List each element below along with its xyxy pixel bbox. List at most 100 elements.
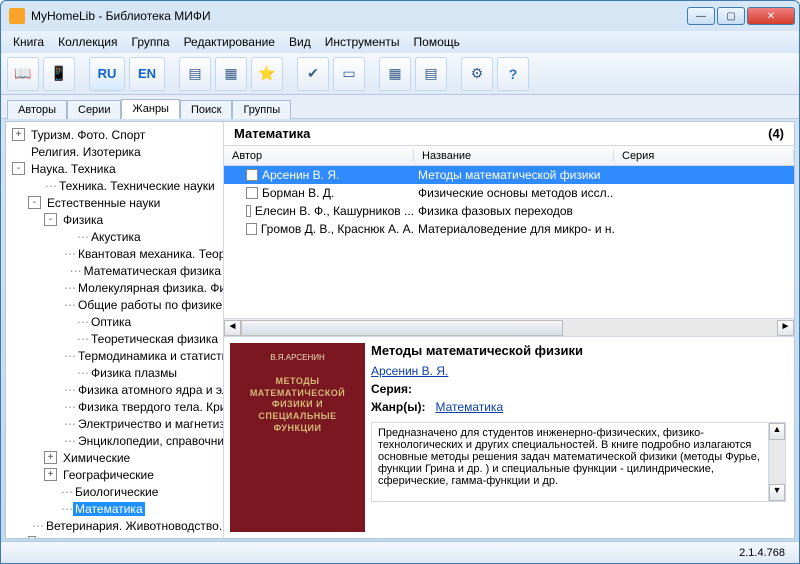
tree-label: Физика твердого тела. Крис — [76, 400, 224, 414]
menu-view[interactable]: Вид — [283, 33, 317, 51]
table-row[interactable]: Борман В. Д.Физические основы методов ис… — [224, 184, 794, 202]
book-cover: В.Я.АРСЕНИН МЕТОДЫ МАТЕМАТИЧЕСКОЙ ФИЗИКИ… — [230, 343, 365, 532]
maximize-button[interactable]: ▢ — [717, 7, 745, 25]
tree-node[interactable]: ⋯Биологические — [8, 483, 223, 500]
tab-авторы[interactable]: Авторы — [7, 100, 67, 119]
collapse-icon[interactable]: - — [12, 162, 25, 175]
tree-node[interactable]: ⋯Ветеринария. Животноводство. Се — [8, 517, 223, 534]
col-series[interactable]: Серия — [614, 150, 794, 162]
grid-header[interactable]: Автор Название Серия — [224, 146, 794, 166]
desc-scroll-track[interactable] — [769, 440, 785, 484]
table-row[interactable]: Арсенин В. Я.Методы математической физик… — [224, 166, 794, 184]
tree-node[interactable]: ⋯Квантовая механика. Теори — [8, 245, 223, 262]
favorite-button[interactable]: ⭐ — [251, 57, 283, 91]
row-checkbox[interactable] — [246, 205, 251, 217]
col-author[interactable]: Автор — [224, 150, 414, 162]
check-button[interactable]: ✔ — [297, 57, 329, 91]
tree-node[interactable]: ⋯Техника. Технические науки — [8, 177, 223, 194]
tree-node[interactable]: ⋯Энциклопедии, справочник — [8, 432, 223, 449]
grid1-button[interactable]: ▦ — [379, 57, 411, 91]
client-area: +Туризм. Фото. СпортРелигия. Изотерика-Н… — [5, 121, 795, 539]
tree-spacer — [28, 179, 41, 192]
tree-label: Биологические — [73, 485, 160, 499]
row-checkbox[interactable] — [246, 223, 257, 235]
tree-node[interactable]: ⋯Физика атомного ядра и эле — [8, 381, 223, 398]
genre-link[interactable]: Математика — [436, 400, 504, 414]
tree-node[interactable]: +Химические — [8, 449, 223, 466]
lang-en-button[interactable]: EN — [129, 57, 165, 91]
grid2-button[interactable]: ▤ — [415, 57, 447, 91]
tree-label: Физика атомного ядра и эле — [76, 383, 224, 397]
tree-node[interactable]: ⋯Математическая физика — [8, 262, 223, 279]
tree-node[interactable]: ⋯Термодинамика и статистич — [8, 347, 223, 364]
scroll-thumb[interactable] — [241, 320, 563, 336]
device-button[interactable]: 📱 — [43, 57, 75, 91]
tree-node[interactable]: ⋯Теоретическая физика — [8, 330, 223, 347]
tree-spacer — [44, 485, 57, 498]
tree-node[interactable]: ⋯Общие работы по физике — [8, 296, 223, 313]
collapse-icon[interactable]: - — [44, 213, 57, 226]
cell-title: Материаловедение для микро- и н... — [414, 222, 614, 236]
scroll-right-icon[interactable]: ► — [777, 320, 794, 336]
tree-node[interactable]: -Естественные науки — [8, 194, 223, 211]
lang-ru-button[interactable]: RU — [89, 57, 125, 91]
table-row[interactable]: Елесин В. Ф., Кашурников ...Физика фазов… — [224, 202, 794, 220]
grid-hscrollbar[interactable]: ◄ ► — [224, 318, 794, 336]
scroll-track[interactable] — [241, 320, 777, 336]
tree-label: Религия. Изотерика — [29, 145, 143, 159]
tree-label: Физика плазмы — [89, 366, 179, 380]
menu-edit[interactable]: Редактирование — [178, 33, 281, 51]
tree-node[interactable]: -Физика — [8, 211, 223, 228]
filter1-button[interactable]: ▤ — [179, 57, 211, 91]
cover-title: МЕТОДЫ МАТЕМАТИЧЕСКОЙ ФИЗИКИ И СПЕЦИАЛЬН… — [236, 376, 359, 434]
tree-node[interactable]: ⋯Акустика — [8, 228, 223, 245]
book-description[interactable]: Предназначено для студентов инженерно-фи… — [371, 422, 786, 502]
minimize-button[interactable]: — — [687, 7, 715, 25]
filter2-button[interactable]: ▦ — [215, 57, 247, 91]
uncheck-button[interactable]: ▭ — [333, 57, 365, 91]
tree-node[interactable]: ⋯Физика твердого тела. Крис — [8, 398, 223, 415]
tab-жанры[interactable]: Жанры — [121, 99, 180, 119]
tree-node[interactable]: +Географические — [8, 466, 223, 483]
row-checkbox[interactable] — [246, 169, 258, 181]
row-checkbox[interactable] — [246, 187, 258, 199]
tree-node[interactable]: ⋯Математика — [8, 500, 223, 517]
tab-поиск[interactable]: Поиск — [180, 100, 232, 119]
tab-серии[interactable]: Серии — [67, 100, 121, 119]
tree-node[interactable]: +Общественные и гуманитарные на — [8, 534, 223, 538]
expand-icon[interactable]: + — [28, 536, 36, 538]
grid-body: Арсенин В. Я.Методы математической физик… — [224, 166, 794, 238]
desc-scrollbar[interactable]: ▲ ▼ — [768, 423, 785, 501]
tree-node[interactable]: -Наука. Техника — [8, 160, 223, 177]
menu-collection[interactable]: Коллекция — [52, 33, 123, 51]
expand-icon[interactable]: + — [44, 451, 57, 464]
titlebar[interactable]: MyHomeLib - Библиотека МИФИ — ▢ ✕ — [1, 1, 799, 31]
col-title[interactable]: Название — [414, 150, 614, 162]
category-tree[interactable]: +Туризм. Фото. Спорт Религия. Изотерика-Н… — [6, 122, 224, 538]
menu-book[interactable]: Книга — [7, 33, 50, 51]
menu-tools[interactable]: Инструменты — [319, 33, 406, 51]
tree-node[interactable]: ⋯Оптика — [8, 313, 223, 330]
read-button[interactable]: 📖 — [7, 57, 39, 91]
close-button[interactable]: ✕ — [747, 7, 795, 25]
scroll-up-icon[interactable]: ▲ — [769, 423, 785, 440]
detail-author-link[interactable]: Арсенин В. Я. — [371, 364, 448, 378]
scroll-down-icon[interactable]: ▼ — [769, 484, 785, 501]
collapse-icon[interactable]: - — [28, 196, 41, 209]
tree-node[interactable]: +Туризм. Фото. Спорт — [8, 126, 223, 143]
tree-node[interactable]: Религия. Изотерика — [8, 143, 223, 160]
tree-label: Акустика — [89, 230, 143, 244]
tree-node[interactable]: ⋯Молекулярная физика. Физи — [8, 279, 223, 296]
help-button[interactable]: ? — [497, 57, 529, 91]
tree-node[interactable]: ⋯Электричество и магнетизм — [8, 415, 223, 432]
table-row[interactable]: Громов Д. В., Краснюк А. А.Материаловеде… — [224, 220, 794, 238]
tab-группы[interactable]: Группы — [232, 100, 291, 119]
menu-group[interactable]: Группа — [126, 33, 176, 51]
tree-node[interactable]: ⋯Физика плазмы — [8, 364, 223, 381]
settings-button[interactable]: ⚙ — [461, 57, 493, 91]
expand-icon[interactable]: + — [44, 468, 57, 481]
menu-help[interactable]: Помощь — [408, 33, 466, 51]
scroll-left-icon[interactable]: ◄ — [224, 320, 241, 336]
expand-icon[interactable]: + — [12, 128, 25, 141]
detail-title: Методы математической физики — [371, 343, 786, 358]
